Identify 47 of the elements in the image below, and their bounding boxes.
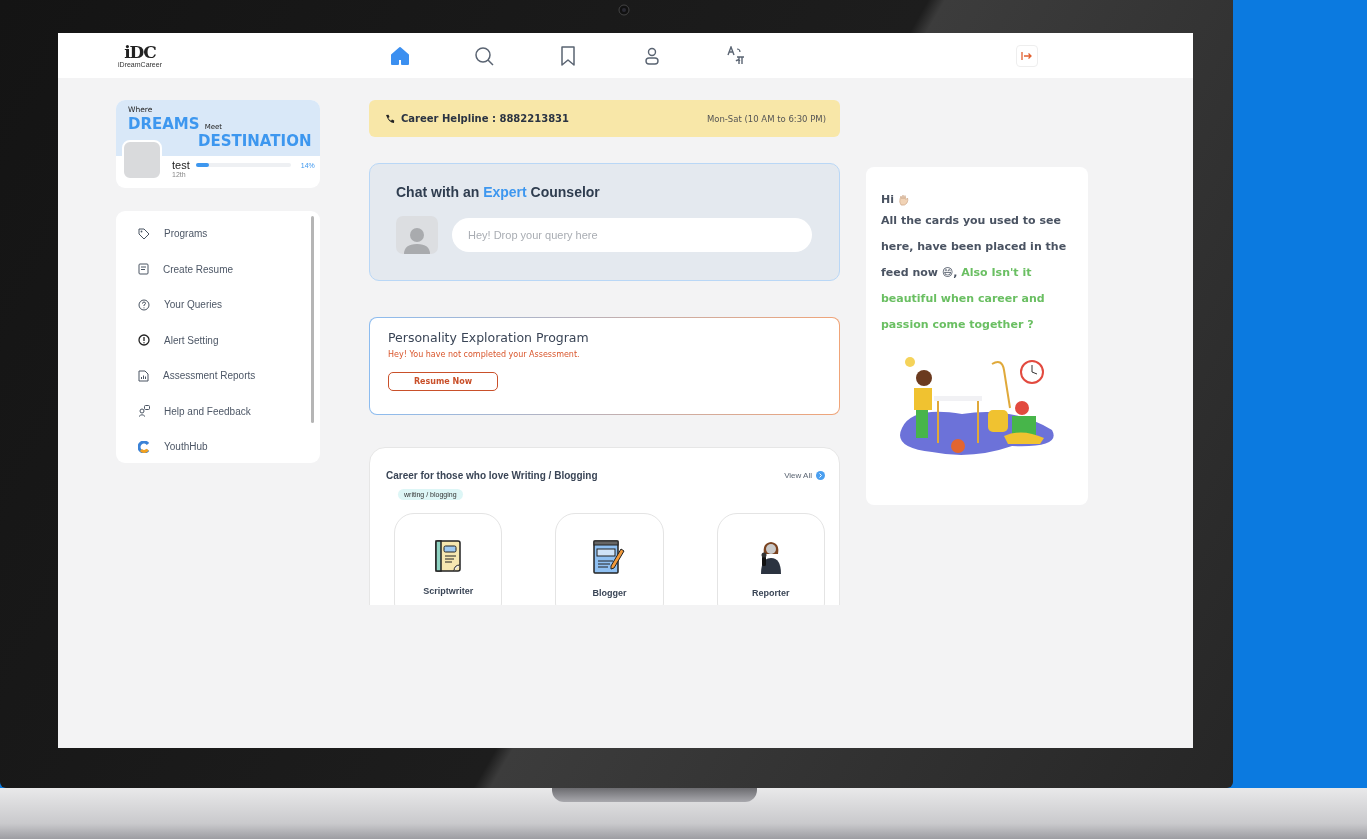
report-icon <box>138 369 149 382</box>
waving-hand-icon <box>898 193 910 206</box>
query-input[interactable]: Hey! Drop your query here <box>452 218 812 252</box>
avatar-placeholder <box>396 216 438 254</box>
helpline-text: Career Helpline : 8882213831 <box>401 113 570 124</box>
blog-page-icon <box>593 540 626 574</box>
career-name: Blogger <box>592 588 627 598</box>
chevron-circle-icon <box>816 471 825 480</box>
scrollbar[interactable] <box>311 216 314 423</box>
career-tile[interactable]: Reporter <box>716 513 825 605</box>
help-icon <box>138 405 150 418</box>
search-icon[interactable] <box>472 45 496 66</box>
notice-message: All the cards you used to see here, have been placed in the feed now 😄, Also Isn't it beautiful when career and passion come together ? <box>881 213 1068 333</box>
sidebar-item[interactable]: Create Resume <box>116 251 296 287</box>
sidebar-item[interactable]: YouthHub <box>116 429 296 465</box>
note-icon <box>138 263 149 276</box>
alert-icon <box>138 334 150 347</box>
helpline-hours: Mon-Sat (10 AM to 6:30 PM) <box>706 113 826 124</box>
career-tile[interactable]: Blogger <box>555 513 664 605</box>
user-name: test <box>172 159 190 171</box>
sidebar-item[interactable]: Assessment Reports <box>116 358 296 394</box>
view-all-link[interactable]: View All <box>784 471 825 480</box>
assessment-message: Hey! You have not completed your Assessment. <box>388 350 581 359</box>
home-icon[interactable] <box>388 45 412 66</box>
logo-mark[interactable]: iDC <box>124 43 156 61</box>
phone-icon <box>385 113 395 124</box>
logout-icon <box>1021 51 1033 60</box>
sidebar-item[interactable]: Programs <box>116 216 296 252</box>
question-icon <box>138 298 150 311</box>
chat-title: Chat with an Expert Counselor <box>396 184 601 200</box>
career-name: Reporter <box>752 588 790 598</box>
logout-button[interactable] <box>1016 44 1038 67</box>
notebook-icon <box>434 540 463 572</box>
career-section-title: Career for those who love Writing / Blogging <box>386 470 598 481</box>
greeting-text: Hi <box>881 193 894 206</box>
sidebar-item[interactable]: Help and Feedback <box>116 393 296 429</box>
sidebar-item[interactable]: Your Queries <box>116 287 296 323</box>
career-tile[interactable]: Scriptwriter <box>394 513 503 605</box>
avatar-placeholder <box>122 140 162 180</box>
resume-now-button[interactable]: Resume Now <box>388 372 498 391</box>
assessment-title: Personality Exploration Program <box>388 330 590 345</box>
tag-icon <box>138 227 150 240</box>
career-name: Scriptwriter <box>423 586 474 596</box>
youthhub-logo-icon <box>138 440 150 453</box>
tagline-text: DREAMS <box>128 115 200 133</box>
sidebar-item[interactable]: Alert Setting <box>116 322 296 358</box>
camera-icon <box>618 4 630 16</box>
